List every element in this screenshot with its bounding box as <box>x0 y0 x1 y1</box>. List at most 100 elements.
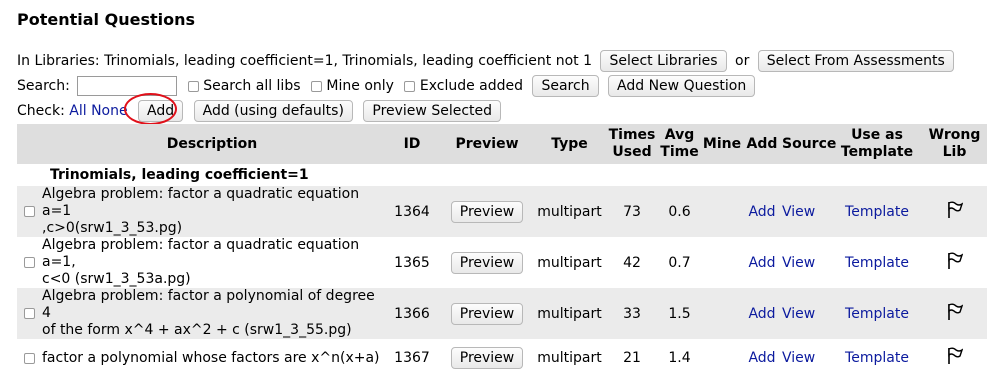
row-description-line2: ,c>0(srw1_3_53.pg) <box>42 220 183 236</box>
search-button[interactable]: Search <box>532 75 599 97</box>
header-avg-time[interactable]: Avg Time <box>657 124 702 164</box>
select-from-assessments-button[interactable]: Select From Assessments <box>757 50 954 72</box>
row-source-cell: View <box>782 237 832 288</box>
mine-only-label: Mine only <box>326 78 394 94</box>
row-checkbox-cell <box>17 186 42 237</box>
row-description: factor a polynomial whose factors are x^… <box>42 339 382 377</box>
row-add-link[interactable]: Add <box>748 255 775 271</box>
row-type: multipart <box>537 350 602 366</box>
libraries-row: In Libraries: Trinomials, leading coeffi… <box>17 50 954 72</box>
page-title: Potential Questions <box>17 10 195 29</box>
row-source-cell: View <box>782 186 832 237</box>
libraries-label: In Libraries: Trinomials, leading coeffi… <box>17 53 592 69</box>
preview-selected-button[interactable]: Preview Selected <box>363 100 502 122</box>
row-description-line2: of the form x^4 + ax^2 + c (srw1_3_55.pg… <box>42 322 352 338</box>
header-mine[interactable]: Mine <box>702 124 742 164</box>
row-add-cell: Add <box>742 237 782 288</box>
check-row: Check: All None Add Add (using defaults)… <box>17 100 502 122</box>
header-add: Add <box>742 124 782 164</box>
header-avg-time-l1: Avg <box>664 127 695 143</box>
row-checkbox[interactable] <box>24 206 35 217</box>
table-row: Algebra problem: factor a quadratic equa… <box>17 186 987 237</box>
check-none-link[interactable]: None <box>91 103 128 119</box>
header-id[interactable]: ID <box>382 124 442 164</box>
row-wrong-lib-cell <box>922 237 987 288</box>
row-source-cell: View <box>782 288 832 339</box>
header-checkbox-col <box>17 124 42 164</box>
check-all-link[interactable]: All <box>69 103 86 119</box>
row-description-line1: factor a polynomial whose factors are x^… <box>42 349 380 366</box>
row-preview-cell: Preview <box>442 288 532 339</box>
header-times-used[interactable]: Times Used <box>607 124 657 164</box>
row-add-link[interactable]: Add <box>748 204 775 220</box>
row-preview-button[interactable]: Preview <box>450 302 524 325</box>
row-preview-button[interactable]: Preview <box>450 251 524 274</box>
search-all-libs-label: Search all libs <box>203 78 301 94</box>
row-wrong-lib-cell <box>922 186 987 237</box>
row-times-used: 73 <box>607 186 657 237</box>
add-button[interactable]: Add <box>138 100 184 122</box>
flag-icon[interactable] <box>947 347 963 365</box>
row-view-link[interactable]: View <box>782 306 815 322</box>
row-add-cell: Add <box>742 288 782 339</box>
row-template-link[interactable]: Template <box>845 350 909 366</box>
row-mine <box>702 288 742 339</box>
header-description[interactable]: Description <box>42 124 382 164</box>
row-view-link[interactable]: View <box>782 204 815 220</box>
exclude-added-checkbox[interactable] <box>404 80 416 92</box>
row-wrong-lib-cell <box>922 288 987 339</box>
header-wrong-lib-l2: Lib <box>942 144 967 160</box>
row-times-used: 21 <box>623 350 641 366</box>
row-view-link[interactable]: View <box>782 255 815 271</box>
row-preview-cell: Preview <box>442 237 532 288</box>
mine-only-checkbox[interactable] <box>310 80 322 92</box>
add-new-question-button[interactable]: Add New Question <box>608 75 756 97</box>
row-template-link[interactable]: Template <box>845 204 909 220</box>
row-wrong-lib-cell <box>922 339 987 377</box>
flag-icon[interactable] <box>947 252 963 270</box>
flag-icon[interactable] <box>947 303 963 321</box>
row-avg-time: 0.7 <box>668 254 691 271</box>
search-label: Search: <box>17 78 70 94</box>
row-template-cell: Template <box>832 186 922 237</box>
row-preview-cell: Preview <box>442 339 532 377</box>
row-times-used: 42 <box>623 254 641 271</box>
row-preview-button[interactable]: Preview <box>450 347 524 369</box>
header-type[interactable]: Type <box>532 124 607 164</box>
row-checkbox[interactable] <box>24 352 35 364</box>
add-using-defaults-button[interactable]: Add (using defaults) <box>193 100 353 122</box>
row-template-cell: Template <box>832 237 922 288</box>
header-wrong-lib-l1: Wrong <box>928 127 981 143</box>
row-avg-time: 0.6 <box>657 186 702 237</box>
search-all-libs-checkbox[interactable] <box>187 80 199 92</box>
row-view-link[interactable]: View <box>782 350 815 366</box>
header-times-used-l1: Times <box>608 127 656 143</box>
group-spacer <box>17 164 42 186</box>
row-mine <box>702 237 742 288</box>
row-description: Algebra problem: factor a quadratic equa… <box>42 186 382 237</box>
row-type: multipart <box>537 254 602 271</box>
search-input[interactable] <box>77 76 178 96</box>
row-preview-button[interactable]: Preview <box>450 200 524 223</box>
row-add-link[interactable]: Add <box>748 350 775 366</box>
row-mine <box>702 186 742 237</box>
row-add-cell: Add <box>742 339 782 377</box>
row-checkbox[interactable] <box>24 257 35 268</box>
row-id: 1365 <box>394 254 430 271</box>
select-libraries-button[interactable]: Select Libraries <box>600 50 727 72</box>
questions-table: Description ID Preview Type Times Used Av… <box>17 124 987 377</box>
row-template-cell: Template <box>832 339 922 377</box>
row-add-link[interactable]: Add <box>748 306 775 322</box>
or-text: or <box>735 53 750 69</box>
row-template-link[interactable]: Template <box>845 306 909 322</box>
search-row: Search: Search all libs Mine only Exclud… <box>17 75 756 97</box>
row-description-line1: Algebra problem: factor a quadratic equa… <box>42 237 360 270</box>
header-source: Source <box>782 124 836 164</box>
header-wrong-lib: Wrong Lib <box>922 124 987 164</box>
header-use-as-template: Use as Template <box>832 124 922 164</box>
row-template-link[interactable]: Template <box>845 255 909 271</box>
row-checkbox-cell <box>17 237 42 288</box>
header-template-l2: Template <box>840 144 914 160</box>
flag-icon[interactable] <box>947 201 963 219</box>
row-checkbox[interactable] <box>24 308 35 319</box>
